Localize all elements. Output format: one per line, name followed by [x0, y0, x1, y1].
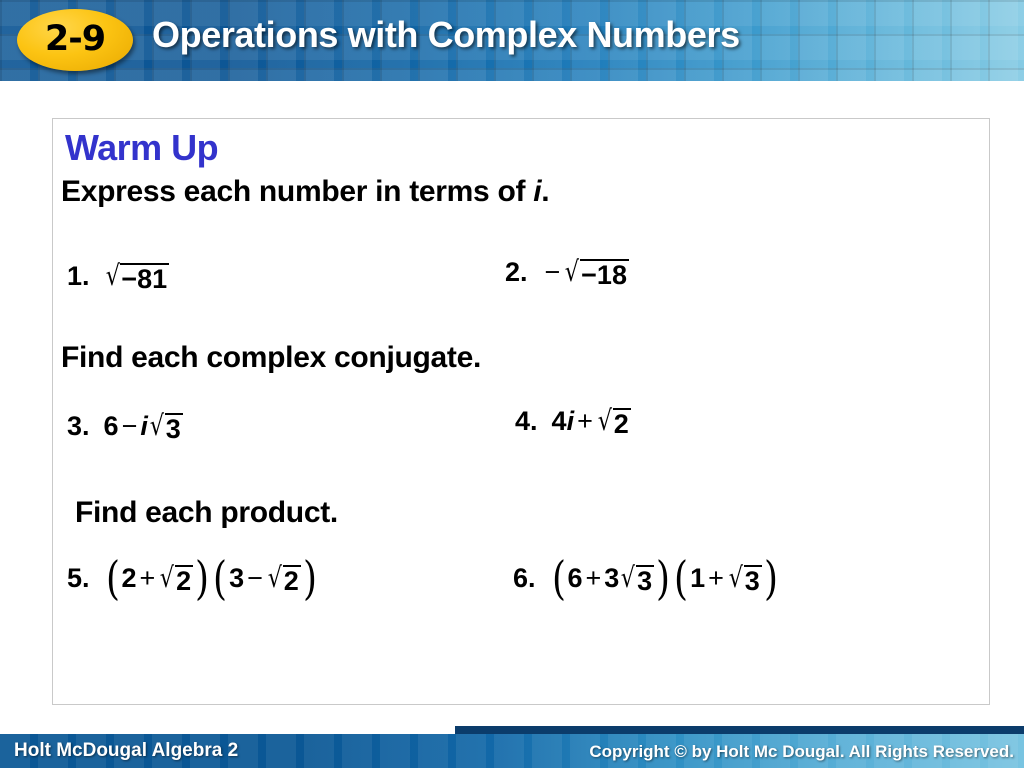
problem-5-term-a1: 2: [121, 563, 137, 593]
problem-1-expression: √ −81: [104, 261, 170, 293]
problem-5-radicand-2: 2: [282, 565, 301, 596]
problem-1-radicand: −81: [120, 263, 170, 294]
radical-sign-glyph: √: [160, 561, 175, 594]
content-panel: Warm Up Express each number in terms of …: [52, 118, 990, 705]
problem-5-operator-1: +: [139, 563, 156, 593]
radical-sign-glyph: √: [565, 255, 580, 288]
radical-icon: √ 3: [619, 561, 655, 596]
problem-4: 4. 4i + √ 2: [515, 406, 631, 438]
footer-accent-strip: [455, 726, 1024, 734]
radical-icon: √ 2: [266, 561, 301, 596]
slide-footer: Holt McDougal Algebra 2 Copyright © by H…: [0, 734, 1024, 768]
problem-6-close-paren-1: ): [656, 551, 671, 605]
warm-up-heading: Warm Up: [65, 127, 219, 168]
radical-sign-glyph: √: [597, 404, 612, 437]
problem-5: 5. (2 + √ 2)(3− √ 2): [67, 551, 319, 605]
problem-5-close-paren-1: ): [195, 551, 210, 605]
radical-sign-glyph: √: [105, 259, 120, 292]
problem-4-operator: +: [577, 406, 593, 436]
problem-6-number: 6.: [513, 563, 536, 593]
problem-6-operator-2: +: [708, 563, 724, 593]
radical-icon: √ 3: [727, 561, 762, 596]
problem-2-expression: − √ −18: [542, 257, 629, 289]
radical-sign-glyph: √: [728, 561, 743, 594]
problem-2-number: 2.: [505, 257, 528, 287]
page-title: Operations with Complex Numbers: [152, 14, 740, 55]
problem-5-open-paren-2: (: [213, 551, 228, 605]
problem-2: 2. − √ −18: [505, 257, 629, 289]
problem-6-operator-1: +: [585, 563, 602, 593]
section-heading-product: Find each product.: [75, 496, 338, 529]
problem-3-number: 3.: [67, 411, 90, 441]
problem-6-expression: (6 +3 √ 3)(1 + √ 3): [550, 551, 780, 605]
footer-book-title: Holt McDougal Algebra 2: [14, 740, 239, 761]
problem-6-close-paren-2: ): [763, 551, 778, 605]
radical-sign-glyph: √: [149, 409, 164, 442]
radical-sign-glyph: √: [621, 561, 636, 594]
radical-icon: √ 3: [148, 409, 183, 444]
problem-3-expression: 6− i √ 3: [104, 411, 183, 443]
radical-icon: √ −18: [563, 255, 629, 290]
problem-6-term-a2: 1: [690, 563, 706, 593]
problem-2-leading-minus: −: [544, 257, 561, 287]
problem-3-real-part: 6: [103, 411, 119, 441]
problem-5-radicand-1: 2: [175, 565, 194, 596]
radical-icon: √ 2: [158, 561, 194, 596]
problem-5-term-a2: 3: [229, 563, 245, 593]
problem-3-imaginary-unit: i: [140, 411, 148, 441]
slide-header: 2-9 Operations with Complex Numbers: [0, 0, 1024, 81]
footer-copyright: Copyright © by Holt Mc Dougal. All Right…: [589, 742, 1014, 761]
problem-4-radicand: 2: [612, 408, 631, 439]
problem-6-open-paren-2: (: [674, 551, 689, 605]
problem-3: 3. 6− i √ 3: [67, 411, 183, 443]
lesson-number-label: 2-9: [44, 18, 106, 59]
lesson-number-badge: 2-9: [17, 9, 133, 71]
radical-icon: √ −81: [104, 259, 170, 294]
problem-5-open-paren-1: (: [105, 551, 120, 605]
problem-6-open-paren-1: (: [551, 551, 566, 605]
problem-6-radicand-1: 3: [636, 565, 655, 596]
radical-sign-glyph: √: [267, 561, 282, 594]
problem-6-radicand-2: 3: [743, 565, 762, 596]
radical-icon: √ 2: [596, 404, 631, 439]
problem-5-close-paren-2: ): [302, 551, 317, 605]
problem-6: 6. (6 +3 √ 3)(1 + √ 3): [513, 551, 780, 605]
problem-4-coefficient: 4: [551, 406, 567, 436]
problem-4-expression: 4i + √ 2: [552, 406, 631, 438]
problem-5-number: 5.: [67, 563, 90, 593]
section-heading-express-suffix: .: [541, 175, 550, 208]
problem-4-number: 4.: [515, 406, 538, 436]
problem-1-number: 1.: [67, 261, 90, 291]
problem-3-radicand: 3: [164, 413, 183, 444]
section-heading-express-text: Express each number in terms of: [61, 175, 534, 208]
problem-4-imaginary-unit: i: [566, 406, 575, 436]
problem-6-term-a1: 6: [567, 563, 583, 593]
section-heading-conjugate: Find each complex conjugate.: [61, 341, 482, 374]
problem-5-expression: (2 + √ 2)(3− √ 2): [104, 551, 319, 605]
problem-5-operator-2: −: [247, 563, 263, 593]
problem-1: 1. √ −81: [67, 261, 170, 293]
section-heading-express: Express each number in terms of i.: [61, 175, 550, 209]
problem-2-radicand: −18: [580, 259, 629, 290]
problem-6-coefficient-1: 3: [604, 563, 620, 593]
problem-3-operator: −: [121, 411, 138, 441]
